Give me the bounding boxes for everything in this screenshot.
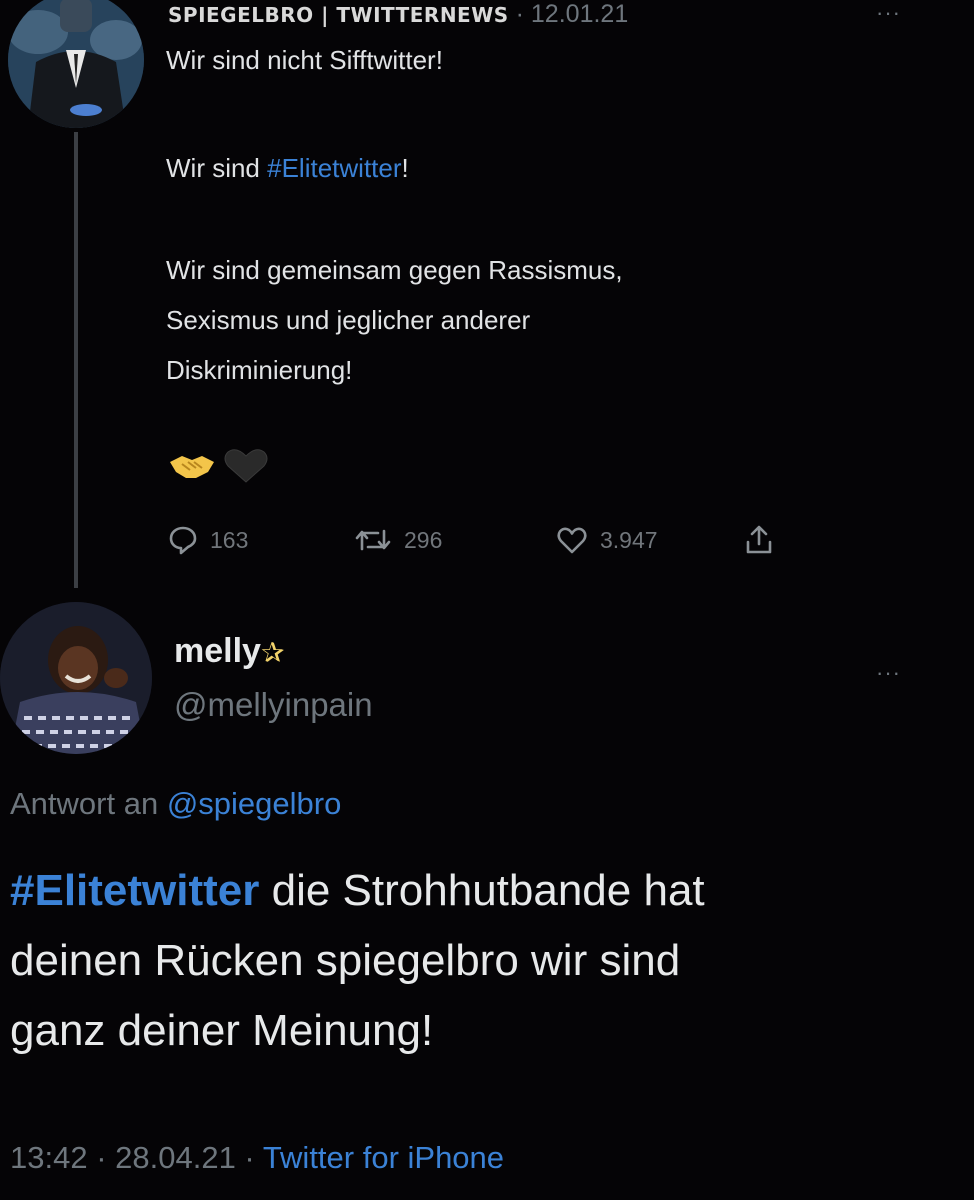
parent-text: Wir sind gemeinsam gegen Rassismus, (166, 255, 623, 285)
spiegelbro-avatar[interactable] (8, 0, 144, 128)
reply-text-line: deinen Rücken spiegelbro wir sind (10, 936, 681, 985)
black-heart-emoji-icon (224, 449, 268, 483)
suited-man-avatar-image (8, 0, 144, 128)
parent-text-line: Sexismus und jeglicher anderer (166, 304, 530, 336)
share-button[interactable] (744, 520, 774, 560)
parent-tweet-header: SPIEGELBRO | TWITTERNEWS · 12.01.21 (168, 0, 628, 28)
reply-button[interactable]: 163 (168, 520, 248, 560)
retweet-button[interactable]: 296 (354, 520, 442, 560)
parent-text-line: Wir sind #Elitetwitter! (166, 152, 409, 184)
reply-text-line: #Elitetwitter die Strohhutbande hat (10, 856, 960, 926)
parent-tweet-date[interactable]: 12.01.21 (531, 0, 628, 28)
reply-date[interactable]: 28.04.21 (115, 1140, 236, 1175)
meta-separator: · (87, 1140, 116, 1175)
replying-to-line: Antwort an @spiegelbro (10, 786, 341, 822)
parent-text: Sexismus und jeglicher anderer (166, 305, 531, 335)
heart-outline-icon (557, 527, 587, 554)
reply-more-options-icon[interactable]: ··· (876, 660, 901, 686)
parent-action-bar: 163 296 3.947 (168, 520, 808, 560)
retweet-count: 296 (404, 526, 443, 553)
thread-connector-line (74, 132, 78, 588)
melly-avatar[interactable] (0, 602, 152, 754)
tweet-source-link[interactable]: Twitter for iPhone (263, 1140, 504, 1175)
parent-more-options-icon[interactable]: ··· (876, 0, 901, 26)
parent-text: Wir sind nicht Sifftwitter! (166, 45, 443, 75)
parent-emoji-row (168, 446, 278, 486)
sparkle-star-icon: ✰ (260, 637, 285, 668)
person-avatar-image (0, 602, 152, 754)
parent-text: ! (401, 153, 409, 183)
reply-metadata: 13:42 · 28.04.21 · Twitter for iPhone (10, 1140, 504, 1176)
like-count: 3.947 (600, 526, 658, 553)
reply-count: 163 (210, 526, 249, 553)
reply-author-handle[interactable]: @mellyinpain (174, 686, 373, 724)
parent-author-name[interactable]: SPIEGELBRO | TWITTERNEWS (168, 3, 509, 27)
reply-author-name[interactable]: melly✰ (174, 632, 284, 671)
parent-text: Wir sind (166, 153, 268, 183)
parent-text-line: Diskriminierung! (166, 354, 352, 386)
share-upload-icon (746, 525, 772, 554)
reply-speech-bubble-icon (169, 526, 197, 555)
parent-text-line: Wir sind gemeinsam gegen Rassismus, (166, 254, 623, 286)
parent-date-separator: · (508, 0, 531, 28)
meta-separator: · (235, 1140, 263, 1175)
elitetwitter-hashtag-link[interactable]: #Elitetwitter (10, 866, 259, 915)
reply-time[interactable]: 13:42 (10, 1140, 88, 1175)
reply-tweet-text: #Elitetwitter die Strohhutbande hat dein… (10, 856, 960, 1066)
elitetwitter-hashtag-link[interactable]: #Elitetwitter (267, 153, 401, 183)
handshake-emoji-icon (170, 456, 214, 478)
reply-text: die Strohhutbande hat (259, 866, 705, 915)
reply-display-name: melly (174, 632, 261, 670)
replying-to-label: Antwort an (10, 786, 167, 821)
like-button[interactable]: 3.947 (556, 520, 658, 560)
reply-text-line: ganz deiner Meinung! (10, 1006, 434, 1055)
parent-text-line: Wir sind nicht Sifftwitter! (166, 44, 443, 76)
tweet-thread: SPIEGELBRO | TWITTERNEWS · 12.01.21 ··· … (0, 0, 974, 1200)
spiegelbro-mention-link[interactable]: @spiegelbro (167, 786, 342, 821)
retweet-arrows-icon (355, 529, 391, 551)
parent-text: Diskriminierung! (166, 355, 353, 385)
